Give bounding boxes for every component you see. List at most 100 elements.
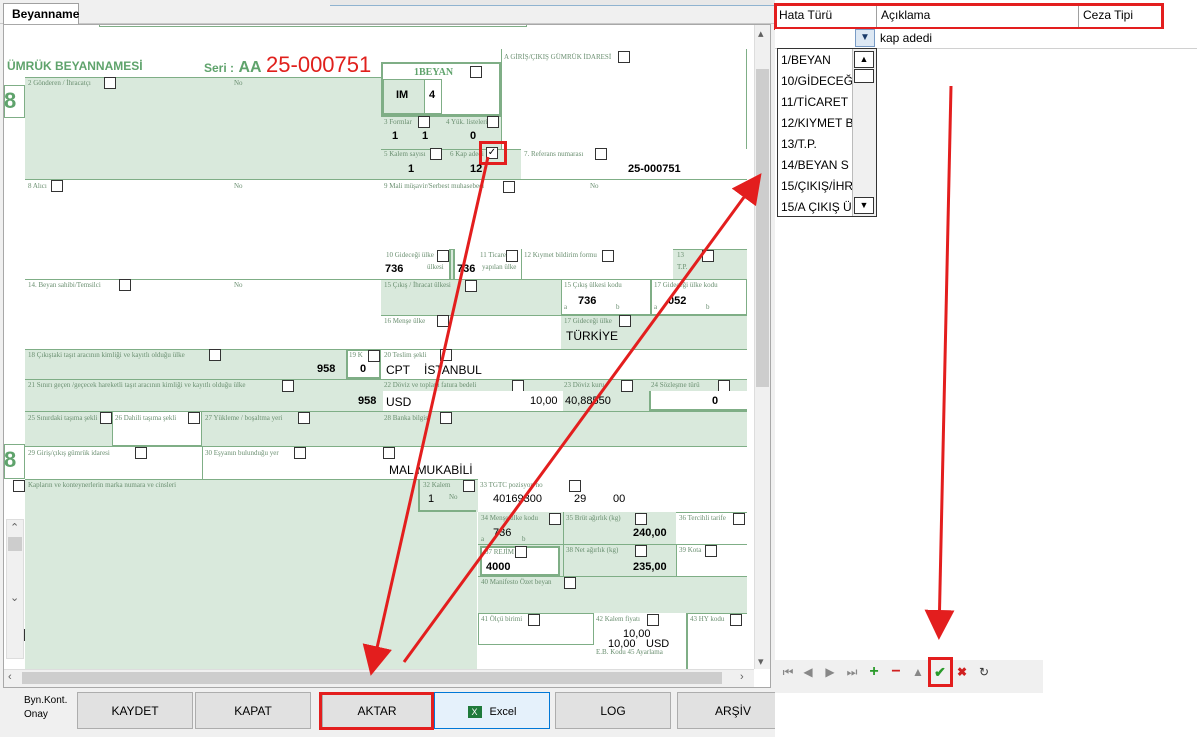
- prev-record-icon[interactable]: ◀: [797, 661, 819, 683]
- row-aciklama-cell[interactable]: kap adedi: [877, 29, 1079, 49]
- box-2-sender: [25, 77, 381, 179]
- box-a-checkbox[interactable]: [618, 51, 630, 63]
- box-4-checkbox[interactable]: [487, 116, 499, 128]
- box-40-checkbox[interactable]: [564, 577, 576, 589]
- box-42-checkbox[interactable]: [647, 614, 659, 626]
- add-record-icon[interactable]: +: [863, 661, 885, 683]
- dropdown-item[interactable]: 12/KIYMET B: [778, 113, 860, 134]
- box-5-checkbox[interactable]: [430, 148, 442, 160]
- box-30-label: 30 Eşyanın bulunduğu yer: [205, 449, 279, 457]
- box-34-label: 34 Menşe ülke kodu: [481, 514, 538, 522]
- refresh-icon[interactable]: ↻: [973, 661, 995, 683]
- box-36-checkbox[interactable]: [733, 513, 745, 525]
- box-30b-checkbox[interactable]: [383, 447, 395, 459]
- box-16-checkbox[interactable]: [437, 315, 449, 327]
- box-31-checkbox[interactable]: [13, 480, 25, 492]
- box-29-checkbox[interactable]: [135, 447, 147, 459]
- box-35-label: 35 Brüt ağırlık (kg): [566, 514, 621, 522]
- left-scroll-thumb[interactable]: [8, 537, 22, 551]
- box-15a-label: 15 Çıkış ülkesi kodu: [564, 281, 622, 289]
- box-10-checkbox[interactable]: [437, 250, 449, 262]
- left-scroll-up-icon[interactable]: ⌃: [10, 521, 19, 534]
- dropdown-item[interactable]: 11/TİCARET: [778, 92, 860, 113]
- box-38-checkbox[interactable]: [635, 545, 647, 557]
- chevron-down-icon[interactable]: ▼: [855, 29, 875, 47]
- box-24-field: [649, 391, 747, 411]
- box-35-checkbox[interactable]: [635, 513, 647, 525]
- box-25-checkbox[interactable]: [100, 412, 112, 424]
- box-41-checkbox[interactable]: [528, 614, 540, 626]
- box-3-checkbox[interactable]: [418, 116, 430, 128]
- box-32-checkbox[interactable]: [463, 480, 475, 492]
- box-32-label: 32 Kalem: [423, 481, 451, 489]
- edit-record-icon[interactable]: ▲: [907, 661, 929, 683]
- box-37-checkbox[interactable]: [515, 546, 527, 558]
- kapat-button[interactable]: KAPAT: [195, 692, 311, 729]
- scroll-left-icon[interactable]: ‹: [8, 671, 12, 683]
- box-34-checkbox[interactable]: [549, 513, 561, 525]
- box-39-checkbox[interactable]: [705, 545, 717, 557]
- dropdown-item[interactable]: 1/BEYAN: [778, 50, 860, 71]
- scroll-right-icon[interactable]: ›: [740, 671, 744, 683]
- box-5-value: 1: [408, 163, 415, 175]
- dropdown-scroll-down-icon[interactable]: ▼: [854, 197, 874, 214]
- dropdown-item[interactable]: 15/ÇIKIŞ/İHR: [778, 176, 860, 197]
- left-scroll-down-icon[interactable]: ⌄: [10, 591, 19, 604]
- box-28-checkbox[interactable]: [440, 412, 452, 424]
- box-1-checkbox[interactable]: [470, 66, 482, 78]
- delete-record-icon[interactable]: −: [885, 661, 907, 683]
- scroll-down-icon[interactable]: ▾: [758, 655, 764, 668]
- excel-button[interactable]: X Excel: [434, 692, 550, 729]
- kaydet-label: KAYDET: [111, 704, 159, 718]
- box-36-label: 36 Tercihli tarife: [679, 514, 726, 522]
- box-11-checkbox[interactable]: [506, 250, 518, 262]
- box-43-checkbox[interactable]: [730, 614, 742, 626]
- dropdown-scroll-up-icon[interactable]: ▲: [854, 51, 874, 68]
- box-20-checkbox[interactable]: [440, 349, 452, 361]
- tab-beyanname[interactable]: Beyanname: [3, 3, 79, 24]
- box-19-checkbox[interactable]: [368, 350, 380, 362]
- log-button[interactable]: LOG: [555, 692, 671, 729]
- box-8-checkbox[interactable]: [51, 180, 63, 192]
- box-5-label: 5 Kalem sayısı: [384, 150, 426, 158]
- arsiv-button[interactable]: ARŞİV: [677, 692, 789, 729]
- box-2-checkbox[interactable]: [104, 77, 116, 89]
- box-6-highlight: [479, 141, 507, 165]
- dropdown-item[interactable]: 15/A ÇIKIŞ Ü: [778, 197, 860, 218]
- scroll-up-icon[interactable]: ▴: [758, 27, 764, 40]
- box-25-label: 25 Sınırdaki taşıma şekli: [28, 414, 98, 422]
- box-7-checkbox[interactable]: [595, 148, 607, 160]
- box-23-checkbox[interactable]: [621, 380, 633, 392]
- box-18-checkbox[interactable]: [209, 349, 221, 361]
- last-record-icon[interactable]: ⏭: [841, 661, 863, 683]
- box-33-checkbox[interactable]: [569, 480, 581, 492]
- box-17-checkbox[interactable]: [619, 315, 631, 327]
- box-14-checkbox[interactable]: [119, 279, 131, 291]
- box-15-checkbox[interactable]: [465, 280, 477, 292]
- box-33-label: 33 TGTC pozisyon no: [480, 481, 543, 489]
- box-9-checkbox[interactable]: [503, 181, 515, 193]
- box-4-label: 4 Yük. listeleri: [446, 118, 488, 126]
- box-38-value: 235,00: [633, 561, 667, 573]
- box-34-a: a: [481, 535, 485, 543]
- box-10-sub: ülkesi: [427, 263, 444, 271]
- next-record-icon[interactable]: ▶: [819, 661, 841, 683]
- box-13-checkbox[interactable]: [702, 250, 714, 262]
- horizontal-scroll-thumb[interactable]: [22, 672, 722, 684]
- box-14-declarant: [25, 279, 381, 349]
- dropdown-item[interactable]: 14/BEYAN S: [778, 155, 860, 176]
- box-27-checkbox[interactable]: [298, 412, 310, 424]
- row-ceza-tipi-cell[interactable]: [1079, 29, 1197, 49]
- box-26-checkbox[interactable]: [188, 412, 200, 424]
- dropdown-scroll-thumb[interactable]: [854, 69, 874, 83]
- dropdown-item[interactable]: 10/GİDECEĞİ: [778, 71, 860, 92]
- first-record-icon[interactable]: ⏮: [777, 661, 799, 683]
- box-30-checkbox[interactable]: [294, 447, 306, 459]
- dropdown-item[interactable]: 13/T.P.: [778, 134, 860, 155]
- cancel-icon[interactable]: ✖: [951, 661, 973, 683]
- vertical-scroll-thumb[interactable]: [756, 69, 769, 387]
- box-17a-a: a: [654, 303, 658, 311]
- box-12-checkbox[interactable]: [602, 250, 614, 262]
- box-21-checkbox[interactable]: [282, 380, 294, 392]
- kaydet-button[interactable]: KAYDET: [77, 692, 193, 729]
